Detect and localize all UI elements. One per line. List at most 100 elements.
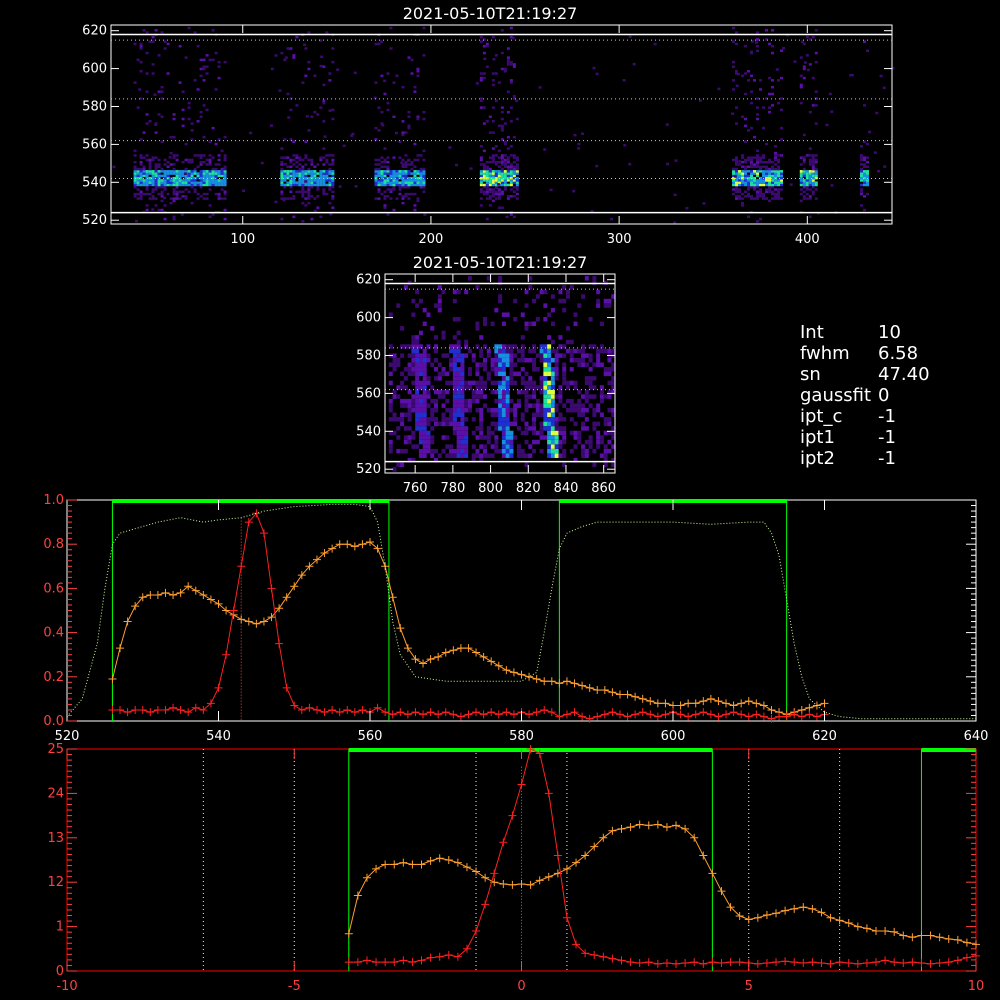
heatmap-pixel	[415, 376, 420, 381]
heatmap-pixel	[460, 430, 465, 436]
zoom-orange-point	[744, 915, 753, 924]
heatmap-pixel	[166, 192, 170, 196]
heatmap-pixel	[539, 426, 544, 431]
heatmap-pixel	[475, 326, 480, 331]
zoom-red-point	[917, 959, 926, 968]
heatmap-pixel	[479, 179, 483, 182]
heatmap-pixel	[289, 170, 293, 173]
heatmap-pixel	[777, 174, 781, 178]
heatmap-pixel	[220, 197, 224, 200]
heatmap-pixel	[133, 181, 137, 184]
heatmap-pixel	[190, 201, 194, 205]
heatmap-pixel	[550, 339, 555, 345]
heatmap-pixel	[217, 181, 221, 184]
heatmap-pixel	[750, 172, 754, 175]
heatmap-pixel	[607, 357, 612, 363]
heatmap-pixel	[181, 174, 185, 178]
heatmap-pixel	[396, 448, 401, 454]
heatmap-pixel	[175, 176, 179, 180]
heatmap-pixel	[479, 394, 484, 399]
heatmap-pixel	[509, 421, 514, 427]
spectrum-orange-point	[472, 648, 481, 657]
heatmap-pixel	[310, 158, 314, 162]
heatmap-pixel	[354, 185, 358, 188]
heatmap-pixel	[145, 51, 149, 55]
heatmap-pixel	[554, 362, 559, 367]
spectrum-red-point	[578, 712, 587, 721]
heatmap-pixel	[539, 430, 544, 436]
spectrum-red-point	[684, 712, 693, 721]
heatmap-pixel	[456, 348, 461, 354]
heatmap-pixel	[509, 362, 514, 367]
heatmap-pixel	[413, 90, 417, 93]
heatmap-pixel	[418, 367, 423, 372]
heatmap-pixel	[404, 195, 408, 198]
heatmap-pixel	[377, 188, 381, 191]
heatmap-pixel	[157, 192, 161, 196]
heatmap-pixel	[753, 79, 757, 82]
heatmap-pixel	[756, 49, 760, 53]
heatmap-pixel	[460, 444, 465, 449]
heatmap-pixel	[547, 398, 552, 404]
zoom-orange-point	[772, 909, 781, 918]
heatmap-pixel	[139, 163, 143, 166]
middle-x-tick-label: 840	[554, 481, 579, 496]
zoom-red-point	[472, 927, 481, 936]
heatmap-pixel	[535, 385, 540, 390]
heatmap-pixel	[422, 394, 427, 399]
heatmap-pixel	[475, 385, 480, 390]
heatmap-pixel	[292, 172, 296, 175]
heatmap-pixel	[860, 183, 864, 187]
heatmap-pixel	[328, 201, 332, 205]
heatmap-pixel	[485, 217, 489, 221]
heatmap-pixel	[456, 435, 461, 440]
heatmap-pixel	[673, 193, 677, 197]
heatmap-pixel	[223, 156, 227, 159]
heatmap-pixel	[169, 135, 173, 139]
heatmap-pixel	[479, 190, 483, 194]
heatmap-pixel	[410, 192, 414, 196]
heatmap-pixel	[762, 156, 766, 159]
heatmap-pixel	[301, 181, 305, 184]
heatmap-pixel	[569, 380, 574, 386]
heatmap-pixel	[145, 90, 149, 93]
heatmap-pixel	[494, 357, 499, 363]
heatmap-pixel	[569, 339, 574, 345]
heatmap-pixel	[497, 172, 501, 175]
heatmap-pixel	[547, 335, 552, 340]
heatmap-pixel	[392, 115, 396, 118]
spectrum-orange-point	[244, 617, 253, 626]
heatmap-pixel	[377, 174, 381, 178]
zoom-orange-point	[544, 872, 553, 881]
heatmap-pixel	[550, 371, 555, 377]
heatmap-pixel	[554, 448, 559, 454]
heatmap-pixel	[532, 439, 537, 445]
heatmap-pixel	[509, 106, 513, 109]
heatmap-pixel	[506, 170, 510, 173]
heatmap-pixel	[524, 289, 529, 295]
spectrum-red-point	[744, 712, 753, 721]
heatmap-pixel	[805, 172, 809, 175]
spectrum-orange-point	[600, 686, 609, 695]
zoom-red-point	[835, 958, 844, 967]
zoom-orange-point	[717, 887, 726, 896]
heatmap-pixel	[460, 380, 465, 386]
heatmap-pixel	[407, 170, 411, 173]
heatmap-pixel	[460, 435, 465, 440]
heatmap-pixel	[214, 181, 218, 184]
heatmap-pixel	[413, 174, 417, 178]
heatmap-pixel	[860, 176, 864, 180]
heatmap-pixel	[422, 407, 427, 413]
heatmap-pixel	[383, 197, 387, 200]
heatmap-pixel	[535, 430, 540, 436]
heatmap-pixel	[497, 195, 501, 198]
heatmap-pixel	[289, 179, 293, 182]
heatmap-pixel	[799, 156, 803, 159]
heatmap-pixel	[217, 197, 221, 200]
heatmap-pixel	[573, 321, 578, 327]
spectrum-red-point	[123, 708, 132, 717]
heatmap-pixel	[184, 56, 188, 59]
heatmap-pixel	[148, 183, 152, 187]
heatmap-pixel	[756, 97, 760, 100]
heatmap-pixel	[494, 170, 498, 173]
